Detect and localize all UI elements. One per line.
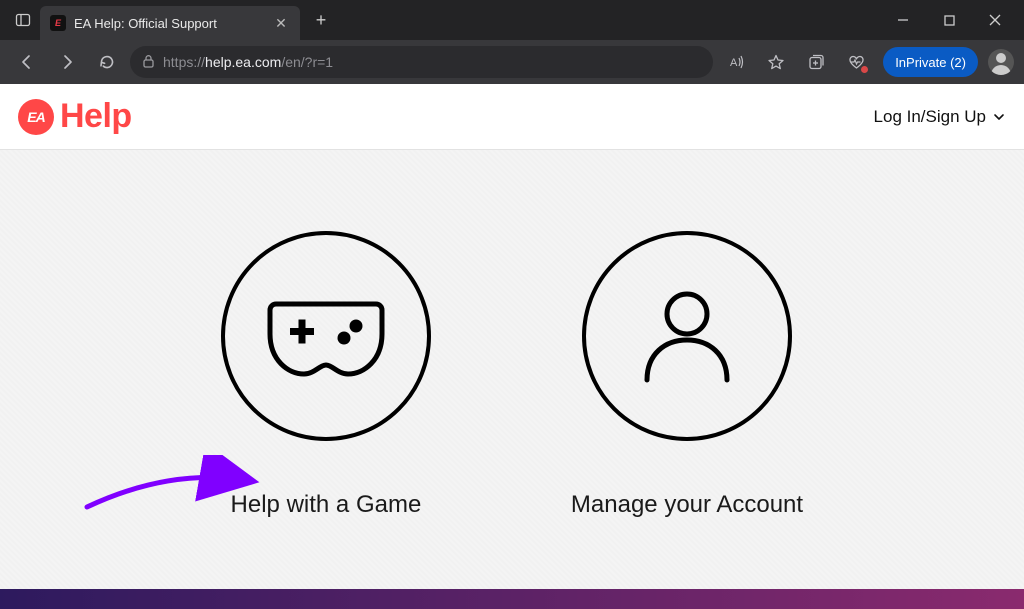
profile-avatar-icon[interactable] [988,49,1014,75]
tab-actions-icon[interactable] [6,3,40,37]
maximize-button[interactable] [926,0,972,40]
login-label: Log In/Sign Up [874,107,986,127]
help-with-game-label: Help with a Game [231,491,422,519]
new-tab-button[interactable]: + [306,5,336,35]
ea-help-logo[interactable]: EA Help [18,97,132,136]
close-window-button[interactable] [972,0,1018,40]
back-button[interactable] [10,45,44,79]
page-content: EA Help Log In/Sign Up Help with a Gam [0,84,1024,589]
url-text: https://help.ea.com/en/?r=1 [163,54,333,70]
person-circle-icon [582,231,792,441]
collections-icon[interactable] [799,45,833,79]
gamepad-circle-icon [221,231,431,441]
favorite-icon[interactable] [759,45,793,79]
login-signup-link[interactable]: Log In/Sign Up [874,107,1006,127]
window-controls [880,0,1018,40]
browser-toolbar: https://help.ea.com/en/?r=1 A InPrivate … [0,40,1024,84]
svg-text:A: A [730,57,738,69]
logo-help-text: Help [60,97,132,136]
forward-button[interactable] [50,45,84,79]
chevron-down-icon [992,110,1006,124]
tab-close-icon[interactable]: ✕ [272,15,290,32]
footer-strip [0,589,1024,609]
refresh-button[interactable] [90,45,124,79]
site-header: EA Help Log In/Sign Up [0,84,1024,150]
heartbeat-icon[interactable] [839,45,873,79]
manage-account-option[interactable]: Manage your Account [571,231,803,519]
manage-account-label: Manage your Account [571,491,803,519]
address-bar[interactable]: https://help.ea.com/en/?r=1 [130,46,713,78]
help-with-game-option[interactable]: Help with a Game [221,231,431,519]
help-options-area: Help with a Game Manage your Account [0,150,1024,589]
lock-icon [142,54,155,71]
inprivate-badge[interactable]: InPrivate (2) [883,47,978,77]
minimize-button[interactable] [880,0,926,40]
tab-favicon-icon: E [50,15,66,31]
inprivate-label: InPrivate (2) [895,55,966,70]
tab-title: EA Help: Official Support [74,16,217,31]
ea-badge-icon: EA [18,99,54,135]
window-titlebar: E EA Help: Official Support ✕ + [0,0,1024,40]
browser-tab[interactable]: E EA Help: Official Support ✕ [40,6,300,40]
read-aloud-icon[interactable]: A [719,45,753,79]
